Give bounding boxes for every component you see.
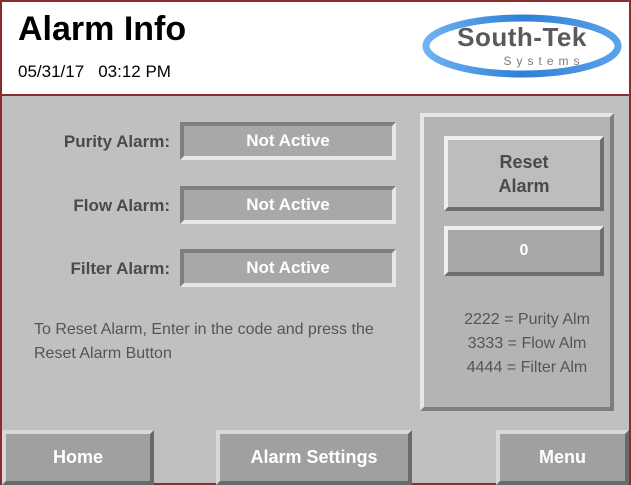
purity-alarm-label: Purity Alarm: bbox=[63, 132, 170, 151]
reset-button-line2: Alarm bbox=[498, 175, 550, 196]
reset-alarm-button[interactable]: Reset Alarm bbox=[444, 136, 604, 211]
reset-code-input[interactable]: 0 bbox=[444, 226, 604, 276]
filter-alarm-label: Filter Alarm: bbox=[70, 259, 170, 278]
home-button[interactable]: Home bbox=[2, 430, 154, 485]
alarm-settings-button[interactable]: Alarm Settings bbox=[216, 430, 412, 485]
logo-text: South-Tek bbox=[457, 22, 587, 52]
reset-button-line1: Reset bbox=[499, 151, 549, 172]
flow-alarm-label: Flow Alarm: bbox=[73, 196, 170, 215]
header: Alarm Info 05/31/17 03:12 PM South-Tek Sy… bbox=[2, 2, 629, 96]
datetime: 05/31/17 03:12 PM bbox=[18, 62, 171, 82]
flow-alarm-status: Not Active bbox=[180, 186, 396, 224]
reset-instructions: To Reset Alarm, Enter in the code and pr… bbox=[34, 321, 374, 362]
page-title: Alarm Info bbox=[18, 10, 187, 48]
menu-button[interactable]: Menu bbox=[496, 430, 629, 485]
filter-alarm-status: Not Active bbox=[180, 249, 396, 287]
code-filter: 4444 = Filter Alm bbox=[466, 359, 588, 376]
south-tek-logo: South-Tek Systems bbox=[422, 14, 622, 78]
date-text: 05/31/17 bbox=[18, 62, 85, 81]
logo-subtext: Systems bbox=[503, 54, 585, 68]
purity-alarm-status: Not Active bbox=[180, 122, 396, 160]
code-flow: 3333 = Flow Alm bbox=[467, 335, 587, 352]
code-purity: 2222 = Purity Alm bbox=[464, 311, 590, 328]
alarm-code-legend: 2222 = Purity Alm 3333 = Flow Alm 4444 =… bbox=[440, 308, 614, 380]
time-text: 03:12 PM bbox=[98, 62, 171, 81]
